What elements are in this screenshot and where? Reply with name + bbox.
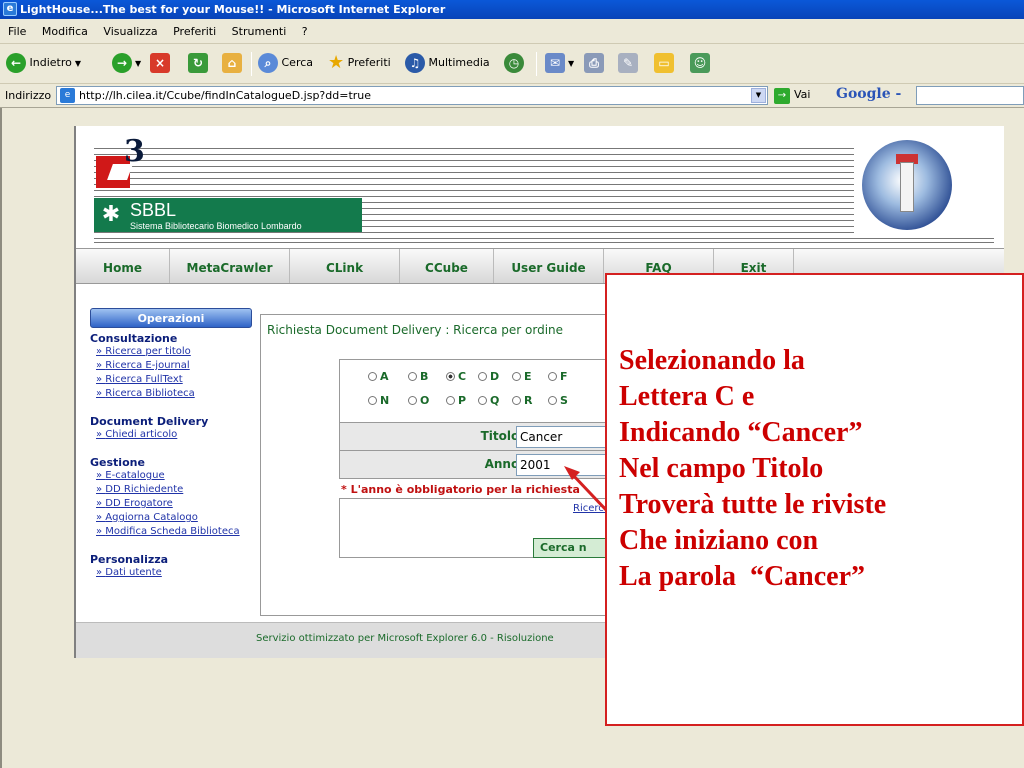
- forward-arrow-icon: →: [112, 53, 132, 73]
- folder-icon: ▭: [654, 53, 674, 73]
- sidebar-header: Operazioni: [90, 308, 252, 328]
- go-button[interactable]: → Vai: [774, 88, 810, 104]
- search-button[interactable]: ⌕ Cerca: [258, 51, 313, 75]
- mail-button[interactable]: ✉ ▼: [545, 51, 574, 75]
- edit-button[interactable]: ✎: [618, 51, 638, 75]
- refresh-button[interactable]: ↻: [188, 51, 208, 75]
- letter-radio-n[interactable]: N: [368, 394, 408, 407]
- annotation-callout: Selezionando la Lettera C e Indicando “C…: [605, 273, 1024, 726]
- link-ricerca-biblioteca[interactable]: Ricerca Biblioteca: [90, 387, 258, 401]
- print-button[interactable]: ⎙: [584, 51, 604, 75]
- google-search-input[interactable]: [916, 86, 1024, 105]
- footer-text: Servizio ottimizzato per Microsoft Explo…: [256, 633, 554, 644]
- menu-file[interactable]: File: [0, 19, 32, 44]
- messenger-icon: ☺: [690, 53, 710, 73]
- callout-text: Selezionando la Lettera C e Indicando “C…: [619, 345, 887, 592]
- link-ricerca-ejournal[interactable]: Ricerca E-journal: [90, 359, 258, 373]
- menu-help[interactable]: ?: [296, 19, 314, 44]
- home-icon: ⌂: [222, 53, 242, 73]
- menu-visualizza[interactable]: Visualizza: [97, 19, 163, 44]
- link-ricerca-titolo[interactable]: Ricerca per titolo: [90, 345, 258, 359]
- address-input[interactable]: e http://lh.cilea.it/Ccube/findInCatalog…: [56, 86, 768, 105]
- page-title: Richiesta Document Delivery : Ricerca pe…: [267, 323, 564, 337]
- c3-logo: 3: [96, 134, 145, 188]
- letter-radio-o[interactable]: O: [408, 394, 448, 407]
- link-chiedi-articolo[interactable]: Chiedi articolo: [90, 428, 258, 442]
- nav-user-guide[interactable]: User Guide: [494, 249, 604, 283]
- go-arrow-icon: →: [774, 88, 790, 104]
- back-arrow-icon: ←: [6, 53, 26, 73]
- anno-required-note: * L'anno è obbligatorio per la richiesta: [341, 483, 580, 496]
- menu-strumenti[interactable]: Strumenti: [226, 19, 293, 44]
- nav-clink[interactable]: CLink: [290, 249, 400, 283]
- address-dropdown-icon[interactable]: ▼: [751, 88, 766, 103]
- menu-bar: File Modifica Visualizza Preferiti Strum…: [0, 19, 1024, 44]
- history-button[interactable]: ◷: [504, 51, 524, 75]
- link-dd-erogatore[interactable]: DD Erogatore: [90, 497, 258, 511]
- letter-selector: A B C D E F N O P Q R S: [339, 359, 639, 423]
- media-button[interactable]: ♫ Multimedia: [405, 51, 490, 75]
- link-dd-richiedente[interactable]: DD Richiedente: [90, 483, 258, 497]
- menu-modifica[interactable]: Modifica: [36, 19, 94, 44]
- google-toolbar: Google -: [828, 86, 1024, 106]
- toolbar: ← Indietro ▼ → ▼ × ↻ ⌂ ⌕ Cerca ★ Preferiti…: [0, 44, 1024, 84]
- refresh-icon: ↻: [188, 53, 208, 73]
- ie-icon: e: [3, 2, 17, 16]
- forward-button[interactable]: → ▼: [112, 51, 141, 75]
- letter-radio-s[interactable]: S: [548, 394, 588, 407]
- star-icon: ★: [328, 52, 345, 73]
- nav-ccube[interactable]: CCube: [400, 249, 494, 283]
- nav-home[interactable]: Home: [76, 249, 170, 283]
- google-logo[interactable]: Google -: [836, 86, 901, 102]
- folder-button[interactable]: ▭: [654, 51, 674, 75]
- letter-radio-f[interactable]: F: [548, 370, 588, 383]
- letter-radio-b[interactable]: B: [408, 370, 448, 383]
- address-url: http://lh.cilea.it/Ccube/findInCatalogue…: [79, 89, 372, 102]
- letter-radio-e[interactable]: E: [512, 370, 552, 383]
- nav-metacrawler[interactable]: MetaCrawler: [170, 249, 290, 283]
- letter-radio-r[interactable]: R: [512, 394, 552, 407]
- home-button[interactable]: ⌂: [222, 51, 242, 75]
- address-bar: Indirizzo e http://lh.cilea.it/Ccube/fin…: [0, 84, 1024, 108]
- stop-icon: ×: [150, 53, 170, 73]
- section-gestione: Gestione: [90, 456, 145, 469]
- letter-radio-a[interactable]: A: [368, 370, 408, 383]
- window-titlebar: e LightHouse...The best for your Mouse!!…: [0, 0, 1024, 19]
- cerca-button[interactable]: Cerca n: [533, 538, 613, 558]
- titolo-row: Titolo: Cancer: [339, 423, 646, 451]
- page-icon: e: [60, 88, 75, 103]
- window-title: LightHouse...The best for your Mouse!! -…: [20, 3, 446, 16]
- sbbl-star-icon: ✱: [101, 202, 121, 227]
- edit-icon: ✎: [618, 53, 638, 73]
- print-icon: ⎙: [584, 53, 604, 73]
- operations-sidebar: Operazioni Consultazione Ricerca per tit…: [90, 308, 258, 608]
- link-dati-utente[interactable]: Dati utente: [90, 566, 258, 580]
- anno-row: Anno: 2001: [339, 451, 646, 479]
- back-button[interactable]: ← Indietro ▼: [6, 51, 81, 75]
- section-personalizza: Personalizza: [90, 553, 169, 566]
- messenger-button[interactable]: ☺: [690, 51, 710, 75]
- section-document-delivery: Document Delivery: [90, 415, 209, 428]
- link-ricerca-fulltext[interactable]: Ricerca FullText: [90, 373, 258, 387]
- section-consultazione: Consultazione: [90, 332, 178, 345]
- link-e-catalogue[interactable]: E-catalogue: [90, 469, 258, 483]
- menu-preferiti[interactable]: Preferiti: [167, 19, 222, 44]
- link-aggiorna-catalogo[interactable]: Aggiorna Catalogo: [90, 511, 258, 525]
- stop-button[interactable]: ×: [150, 51, 170, 75]
- history-icon: ◷: [504, 53, 524, 73]
- favorites-button[interactable]: ★ Preferiti: [328, 51, 391, 75]
- search-icon: ⌕: [258, 53, 278, 73]
- sbbl-logo: ✱ SBBL Sistema Bibliotecario Biomedico L…: [94, 198, 362, 232]
- site-banner: 3 ✱ SBBL Sistema Bibliotecario Biomedico…: [76, 126, 1004, 248]
- mail-icon: ✉: [545, 53, 565, 73]
- media-icon: ♫: [405, 53, 425, 73]
- address-label: Indirizzo: [5, 89, 52, 102]
- link-modifica-scheda[interactable]: Modifica Scheda Biblioteca: [90, 525, 258, 539]
- lighthouse-image: [862, 140, 952, 230]
